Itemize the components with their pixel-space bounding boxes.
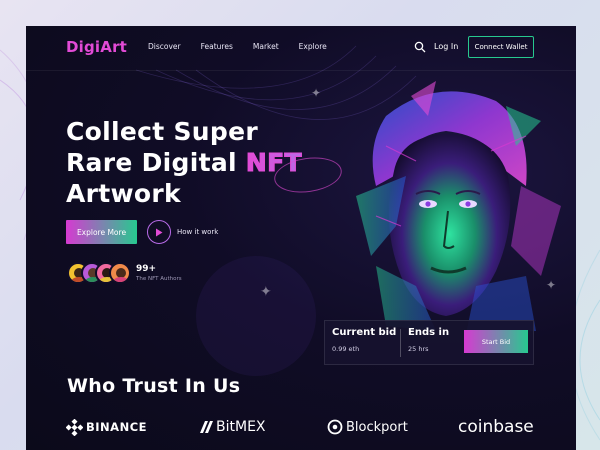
nav-link-explore[interactable]: Explore [299, 42, 327, 51]
partner-name: Blockport [346, 419, 408, 435]
partner-name: BitMEX [216, 419, 266, 435]
bitmex-icon [200, 421, 213, 433]
login-link[interactable]: Log In [434, 42, 458, 51]
connect-wallet-button[interactable]: Connect Wallet [468, 36, 534, 58]
partner-name: coinbase [458, 417, 534, 437]
nav-link-market[interactable]: Market [253, 42, 279, 51]
top-nav: DigiArt Discover Features Market Explore… [26, 26, 576, 70]
binance-icon [66, 418, 83, 436]
landing-page: DigiArt Discover Features Market Explore… [26, 26, 576, 450]
ends-in-value: 25 hrs [408, 345, 429, 353]
sparkle-icon: ✦ [260, 284, 272, 300]
authors-count: 99+ [136, 264, 157, 274]
logo[interactable]: DigiArt [66, 38, 127, 56]
how-it-work-link[interactable]: How it work [177, 228, 218, 236]
sparkle-icon: ✦ [546, 278, 557, 292]
search-icon[interactable] [414, 41, 426, 53]
nav-link-discover[interactable]: Discover [148, 42, 181, 51]
partner-binance[interactable]: BINANCE [66, 416, 147, 438]
partner-name: BINANCE [86, 420, 147, 434]
explore-more-button[interactable]: Explore More [66, 220, 137, 244]
nav-link-features[interactable]: Features [201, 42, 233, 51]
play-icon [156, 228, 163, 236]
partner-blockport[interactable]: Blockport [327, 416, 408, 438]
ends-in: Ends in 25 hrs [408, 327, 449, 353]
start-bid-button[interactable]: Start Bid [464, 330, 528, 353]
hero-title: Collect Super Rare Digital NFT Artwork [66, 116, 345, 209]
nft-portrait-artwork [356, 81, 561, 334]
sparkle-icon: ✦ [311, 86, 322, 100]
hero-title-line2-prefix: Rare Digital [66, 148, 246, 177]
bid-card: Current bid 0.99 eth Ends in 25 hrs Star… [324, 320, 534, 365]
blockport-icon [327, 419, 343, 435]
current-bid-label: Current bid [332, 327, 397, 338]
play-button[interactable] [147, 220, 171, 244]
nav-divider [26, 70, 576, 71]
avatar [109, 262, 131, 284]
partner-logos: BINANCE BitMEX Blockport coinbase [66, 416, 536, 440]
ends-in-label: Ends in [408, 327, 450, 338]
hero-title-line1: Collect Super [66, 117, 258, 146]
partner-bitmex[interactable]: BitMEX [199, 416, 266, 438]
partner-coinbase[interactable]: coinbase [458, 416, 534, 438]
nav-links: Discover Features Market Explore [148, 42, 347, 51]
current-bid-value: 0.99 eth [332, 345, 360, 353]
bid-divider [400, 329, 401, 357]
current-bid: Current bid 0.99 eth [332, 327, 396, 353]
trust-title: Who Trust In Us [67, 375, 241, 397]
author-avatars [67, 262, 131, 284]
authors-label: The NFT Authors [136, 276, 182, 282]
